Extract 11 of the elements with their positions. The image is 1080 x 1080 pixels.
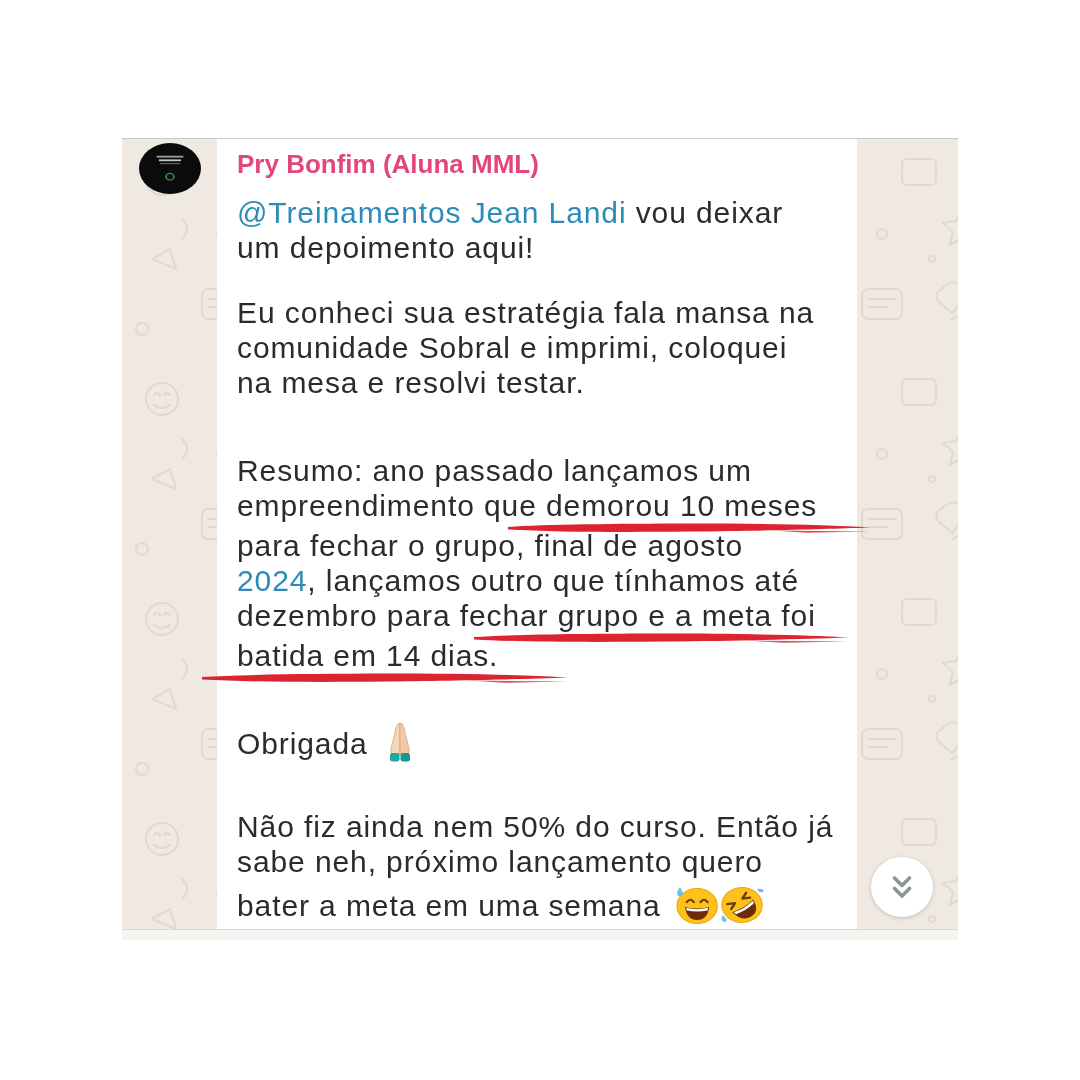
- message-text: Não fiz ainda nem 50% do curso. Então já sabe neh, próximo lançamento quero bater a meta em uma semana: [237, 809, 834, 925]
- message-text: @Treinamentos Jean Landi vou deixar um depoimento aqui!: [237, 195, 784, 265]
- mention-link[interactable]: @Treinamentos Jean Landi: [237, 196, 627, 229]
- message-text: Resumo: ano passado lançamos um empreendimento que demorou 10 meses para fechar o grupo, final de agosto 2024, lançamos outro que tínhamos até dezembro para fechar grupo e a meta foi batida em 14 dias.: [237, 453, 818, 678]
- rolling-laughing-face-icon: [718, 885, 765, 925]
- scroll-down-button[interactable]: [871, 857, 933, 917]
- year-link[interactable]: 2024: [237, 564, 308, 597]
- message-text: Eu conheci sua estratégia fala mansa na comunidade Sobral e imprimi, coloquei na mesa e resolvi testar.: [237, 295, 815, 400]
- sender-name: Pry Bonfim (Aluna MML): [237, 149, 539, 179]
- sender-avatar: [139, 143, 201, 194]
- message-text: Obrigada: [237, 715, 420, 763]
